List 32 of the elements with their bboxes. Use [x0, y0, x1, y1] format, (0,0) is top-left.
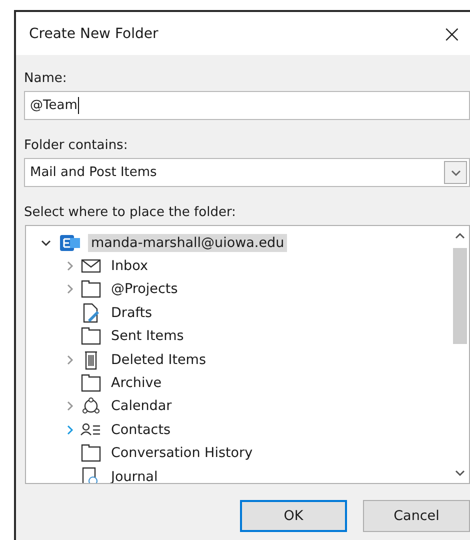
mail-account-icon [60, 232, 82, 253]
tree-item[interactable]: manda-marshall@uiowa.edu [88, 234, 288, 252]
tree-item[interactable]: @Projects [108, 280, 181, 298]
folder-icon [80, 443, 102, 464]
close-button[interactable]: × [438, 20, 466, 48]
name-field[interactable]: @Team [24, 91, 470, 120]
ok-button[interactable]: OK [240, 500, 347, 532]
tree-item[interactable]: Journal [108, 468, 161, 483]
field-label: Select where to place the folder: [24, 205, 237, 220]
scroll-thumb[interactable] [452, 248, 466, 344]
tree-item[interactable]: Deleted Items [108, 350, 209, 369]
scroll-up-icon[interactable] [454, 231, 464, 241]
tree-item[interactable]: Sent Items [108, 327, 187, 346]
chevron-icon[interactable] [41, 238, 51, 248]
cancel-button[interactable]: Cancel [363, 500, 470, 532]
tree-item[interactable]: Calendar [108, 397, 175, 416]
dropdown-button[interactable] [444, 161, 467, 184]
field-label: Name: [24, 71, 68, 86]
folder-icon [80, 279, 102, 300]
calendar-icon [80, 396, 102, 416]
tree-item[interactable]: Inbox [108, 257, 151, 276]
tree-item[interactable]: Drafts [108, 304, 156, 322]
scroll-down-icon[interactable] [454, 468, 464, 478]
tree-item[interactable]: Conversation History [108, 444, 256, 462]
field-label: Folder contains: [24, 138, 129, 153]
window-title: Create New Folder [29, 26, 158, 42]
folder-type-dropdown[interactable]: Mail and Post Items [24, 158, 470, 187]
tree-item[interactable]: Contacts [108, 420, 174, 439]
folder-icon [80, 326, 102, 346]
text-cursor [78, 97, 80, 114]
folder-icon [80, 373, 102, 394]
tree-item[interactable]: Archive [108, 374, 165, 392]
